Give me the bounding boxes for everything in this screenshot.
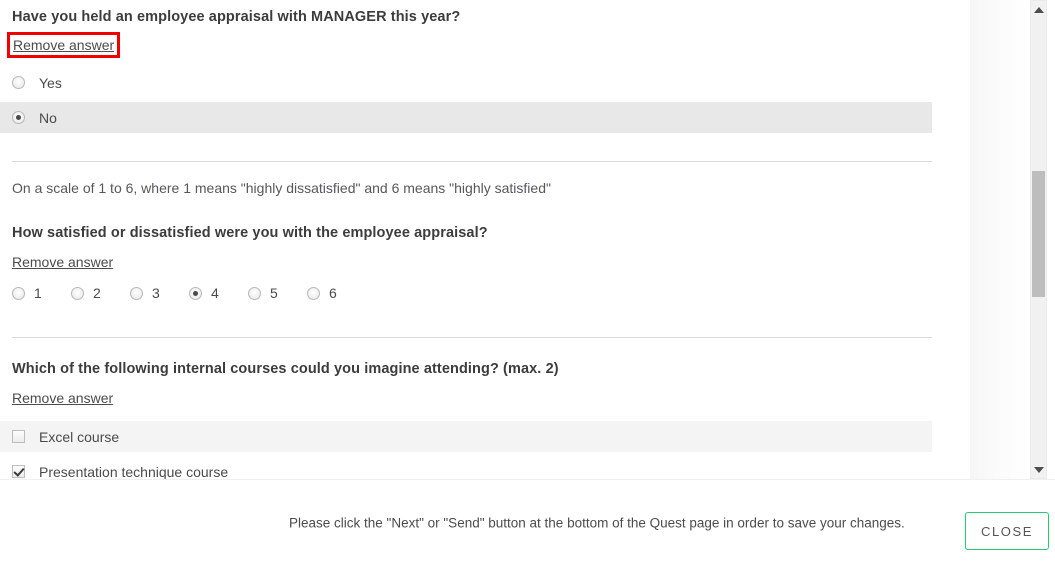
radio-icon-scale-1[interactable] <box>12 286 25 300</box>
question-title: Have you held an employee appraisal with… <box>12 9 461 25</box>
scroll-down-button[interactable] <box>1031 461 1046 478</box>
scroll-up-arrow-icon <box>1033 6 1044 13</box>
checkbox-icon-presentation-course[interactable] <box>12 465 25 478</box>
radio-icon-scale-4[interactable] <box>189 286 202 300</box>
scale-option-6[interactable]: 6 <box>307 285 366 301</box>
radio-icon-scale-5[interactable] <box>248 286 261 300</box>
option-label: Excel course <box>39 428 120 445</box>
scale-option-4[interactable]: 4 <box>189 285 248 301</box>
scale-option-3[interactable]: 3 <box>130 285 189 301</box>
footer-note: Please click the "Next" or "Send" button… <box>289 515 905 531</box>
survey-dialog: Have you held an employee appraisal with… <box>0 0 1055 566</box>
dialog-footer: Please click the "Next" or "Send" button… <box>0 479 1055 566</box>
question-appraisal-held: Have you held an employee appraisal with… <box>0 0 1030 133</box>
remove-answer-link-2[interactable]: Remove answer <box>12 254 113 270</box>
radio-icon-scale-2[interactable] <box>71 286 84 300</box>
question-appraisal-satisfaction: On a scale of 1 to 6, where 1 means "hig… <box>0 162 1030 301</box>
question-title: Which of the following internal courses … <box>12 361 559 377</box>
scroll-up-button[interactable] <box>1031 1 1046 18</box>
remove-answer-link-1[interactable]: Remove answer <box>6 32 121 58</box>
question-internal-courses: Which of the following internal courses … <box>0 338 1030 479</box>
survey-content: Have you held an employee appraisal with… <box>0 0 1030 479</box>
radio-icon-yes[interactable] <box>12 76 25 89</box>
question-intro: On a scale of 1 to 6, where 1 means "hig… <box>12 180 551 196</box>
close-button[interactable]: CLOSE <box>965 512 1049 550</box>
radio-icon-scale-3[interactable] <box>130 286 143 300</box>
scale-label: 6 <box>329 285 337 301</box>
scale-label: 5 <box>270 285 278 301</box>
scale-option-2[interactable]: 2 <box>71 285 130 301</box>
radio-icon-scale-6[interactable] <box>307 286 320 300</box>
scale-options-row: 1 2 3 4 5 6 <box>0 285 1030 301</box>
remove-answer-link-3[interactable]: Remove answer <box>12 390 113 406</box>
option-row-no[interactable]: No <box>0 102 932 133</box>
option-label: Yes <box>39 74 62 91</box>
vertical-scrollbar[interactable] <box>1030 0 1047 479</box>
option-label: No <box>39 109 57 126</box>
scale-label: 3 <box>152 285 160 301</box>
scale-label: 1 <box>34 285 42 301</box>
question-title: How satisfied or dissatisfied were you w… <box>12 225 488 241</box>
scale-label: 2 <box>93 285 101 301</box>
scrollbar-thumb[interactable] <box>1032 171 1045 297</box>
scroll-down-arrow-icon <box>1033 466 1044 473</box>
option-row-presentation-course[interactable]: Presentation technique course <box>0 456 932 479</box>
scale-option-5[interactable]: 5 <box>248 285 307 301</box>
option-row-excel-course[interactable]: Excel course <box>0 421 932 452</box>
option-row-yes[interactable]: Yes <box>0 67 932 98</box>
scale-option-1[interactable]: 1 <box>12 285 71 301</box>
scale-label: 4 <box>211 285 219 301</box>
radio-icon-no[interactable] <box>12 111 25 124</box>
option-label: Presentation technique course <box>39 463 229 480</box>
checkbox-icon-excel-course[interactable] <box>12 430 25 443</box>
survey-scroll-viewport[interactable]: Have you held an employee appraisal with… <box>0 0 1030 479</box>
